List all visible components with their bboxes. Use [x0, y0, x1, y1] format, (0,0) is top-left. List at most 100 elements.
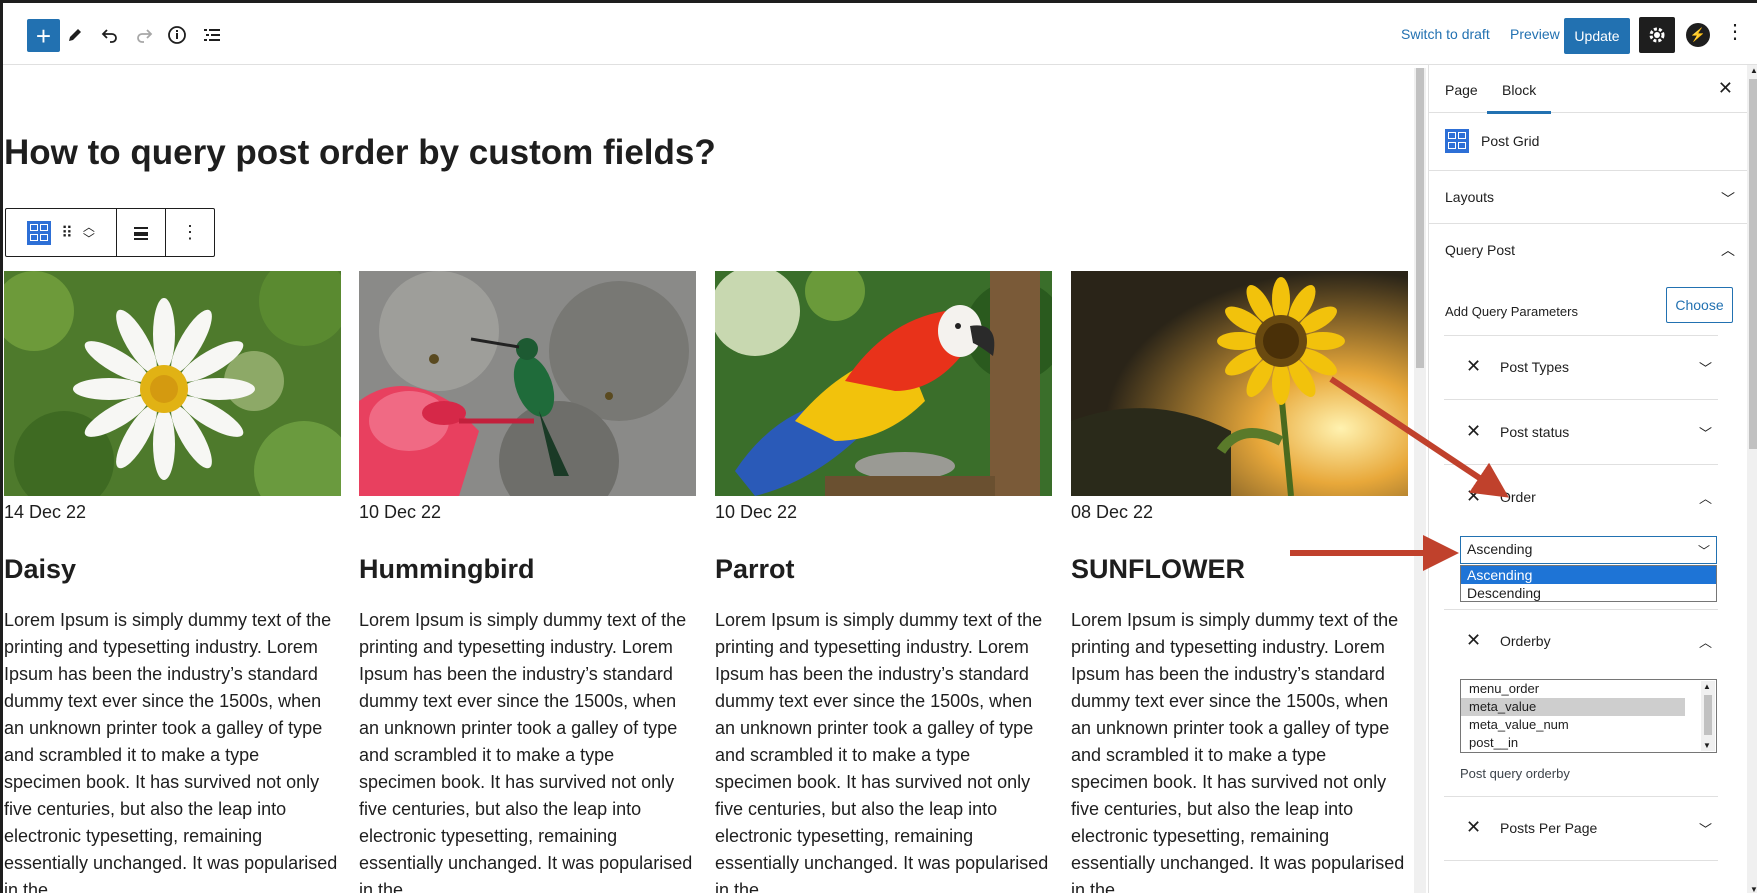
post-excerpt: Lorem Ipsum is simply dummy text of the … [715, 610, 1049, 893]
order-select[interactable]: Ascending ﹀ [1460, 536, 1717, 564]
update-button[interactable]: Update [1564, 18, 1630, 54]
post-date: 08 Dec 22 [1071, 502, 1154, 522]
info-icon [168, 26, 186, 44]
post-card: 14 Dec 22 Daisy Lorem Ipsum is simply du… [4, 271, 341, 893]
listbox-scrollbar[interactable]: ▲ ▼ [1701, 681, 1715, 751]
choose-button[interactable]: Choose [1666, 287, 1733, 323]
param-label: Post status [1500, 424, 1570, 440]
chevron-up-icon: ︿ [1698, 491, 1712, 506]
block-toolbar-group: ⠿ ︿ ﹀ [6, 209, 117, 256]
post-card: 08 Dec 22 SUNFLOWER Lorem Ipsum is simpl… [1071, 271, 1408, 893]
panel-query-post[interactable]: Query Post ︿ [1429, 224, 1747, 276]
orderby-option[interactable]: meta_value_num [1461, 716, 1685, 734]
tab-page[interactable]: Page [1445, 82, 1478, 98]
post-thumbnail-parrot[interactable] [715, 271, 1052, 496]
param-label: Orderby [1500, 633, 1551, 649]
post-date: 10 Dec 22 [359, 502, 442, 522]
editor-scrollbar-thumb[interactable] [1416, 68, 1424, 368]
order-dropdown: Ascending Descending [1460, 565, 1717, 602]
chevron-down-icon: ﹀ [1698, 822, 1712, 837]
vertical-ellipsis-icon: ⋮ [1725, 21, 1745, 43]
param-post-types[interactable]: ✕ Post Types ﹀ [1444, 336, 1718, 400]
param-post-status[interactable]: ✕ Post status ﹀ [1444, 401, 1718, 465]
gear-icon [1649, 27, 1665, 43]
editor-window: + Switch to draft Preview Update ⚡ ⋮ How… [0, 0, 1757, 893]
post-thumbnail-sunflower[interactable] [1071, 271, 1408, 496]
post-excerpt: Lorem Ipsum is simply dummy text of the … [4, 610, 338, 893]
block-options-button[interactable]: ⋮ [166, 209, 214, 256]
drag-handle-icon[interactable]: ⠿ [61, 223, 73, 243]
order-select-value: Ascending [1467, 541, 1533, 557]
sidebar-tabs: Page Block ✕ [1429, 65, 1747, 114]
switch-to-draft-link[interactable]: Switch to draft [1401, 26, 1490, 42]
pencil-icon [69, 29, 81, 41]
block-toolbar: ⠿ ︿ ﹀ ⋮ [5, 208, 215, 257]
scroll-up-icon[interactable]: ▲ [1750, 66, 1757, 75]
param-order[interactable]: ✕ Order ︿ [1444, 466, 1718, 530]
block-card: Post Grid [1429, 113, 1747, 171]
post-grid-block-icon[interactable] [27, 220, 52, 245]
settings-button[interactable] [1639, 17, 1675, 53]
param-label: Post Types [1500, 359, 1570, 375]
remove-param-icon[interactable]: ✕ [1466, 630, 1481, 651]
align-button[interactable] [117, 209, 166, 256]
page-title[interactable]: How to query post order by custom fields… [4, 133, 716, 173]
redo-button[interactable] [127, 18, 161, 52]
more-options-button[interactable]: ⋮ [1725, 19, 1745, 44]
chevron-down-icon: ﹀ [1698, 426, 1712, 441]
orderby-option[interactable]: post__in [1461, 734, 1685, 752]
param-orderby[interactable]: ✕ Orderby ︿ [1444, 610, 1718, 674]
orderby-help-text: Post query orderby [1460, 766, 1570, 781]
post-date: 10 Dec 22 [715, 502, 798, 522]
scroll-down-icon[interactable]: ▼ [1703, 741, 1711, 750]
post-card: 10 Dec 22 Parrot Lorem Ipsum is simply d… [715, 271, 1052, 893]
edit-tool-button[interactable] [58, 18, 92, 52]
post-excerpt: Lorem Ipsum is simply dummy text of the … [359, 610, 693, 893]
align-icon [134, 226, 148, 240]
order-option-ascending[interactable]: Ascending [1461, 566, 1716, 584]
orderby-listbox[interactable]: menu_order meta_value meta_value_num pos… [1460, 679, 1717, 753]
editor-canvas: How to query post order by custom fields… [3, 65, 1411, 893]
post-title[interactable]: Parrot [715, 554, 1052, 585]
scroll-up-icon[interactable]: ▲ [1703, 682, 1711, 691]
move-up-down-icon[interactable]: ︿ ﹀ [83, 221, 95, 245]
add-block-button[interactable]: + [27, 19, 60, 52]
order-option-descending[interactable]: Descending [1461, 584, 1716, 602]
sidebar-scrollbar-thumb[interactable] [1749, 79, 1757, 449]
chevron-down-icon: ﹀ [1721, 191, 1735, 207]
post-title[interactable]: Hummingbird [359, 554, 696, 585]
post-thumbnail-daisy[interactable] [4, 271, 341, 496]
listbox-scrollbar-thumb[interactable] [1704, 695, 1712, 735]
block-name: Post Grid [1481, 133, 1540, 149]
param-posts-per-page[interactable]: ✕ Posts Per Page ﹀ [1444, 797, 1718, 861]
orderby-option-selected[interactable]: meta_value [1461, 698, 1685, 716]
jetpack-button[interactable]: ⚡ [1686, 23, 1710, 47]
orderby-option[interactable]: menu_order [1461, 680, 1685, 698]
editor-scrollbar[interactable] [1414, 68, 1426, 893]
remove-param-icon[interactable]: ✕ [1466, 486, 1481, 507]
editor-top-bar: + Switch to draft Preview Update ⚡ ⋮ [3, 3, 1757, 65]
post-date: 14 Dec 22 [4, 502, 87, 522]
tab-block[interactable]: Block [1487, 82, 1552, 114]
post-title[interactable]: Daisy [4, 554, 341, 585]
list-view-icon [204, 29, 220, 41]
remove-param-icon[interactable]: ✕ [1466, 817, 1481, 838]
close-sidebar-button[interactable]: ✕ [1718, 78, 1733, 99]
jetpack-icon: ⚡ [1689, 27, 1707, 42]
post-title[interactable]: SUNFLOWER [1071, 554, 1408, 585]
panel-layouts[interactable]: Layouts ﹀ [1429, 171, 1747, 224]
scroll-down-icon[interactable]: ▼ [1750, 885, 1757, 893]
post-thumbnail-hummingbird[interactable] [359, 271, 696, 496]
chevron-up-icon: ︿ [1721, 242, 1735, 258]
remove-param-icon[interactable]: ✕ [1466, 356, 1481, 377]
post-grid-block-icon [1445, 129, 1469, 153]
sidebar-scrollbar[interactable]: ▲ ▼ [1747, 65, 1757, 893]
remove-param-icon[interactable]: ✕ [1466, 421, 1481, 442]
details-button[interactable] [160, 18, 194, 52]
redo-icon [137, 29, 153, 43]
post-card: 10 Dec 22 Hummingbird Lorem Ipsum is sim… [359, 271, 696, 893]
list-view-button[interactable] [195, 18, 229, 52]
undo-button[interactable] [93, 18, 127, 52]
add-query-parameters-label: Add Query Parameters [1445, 304, 1578, 319]
preview-link[interactable]: Preview [1510, 26, 1560, 42]
